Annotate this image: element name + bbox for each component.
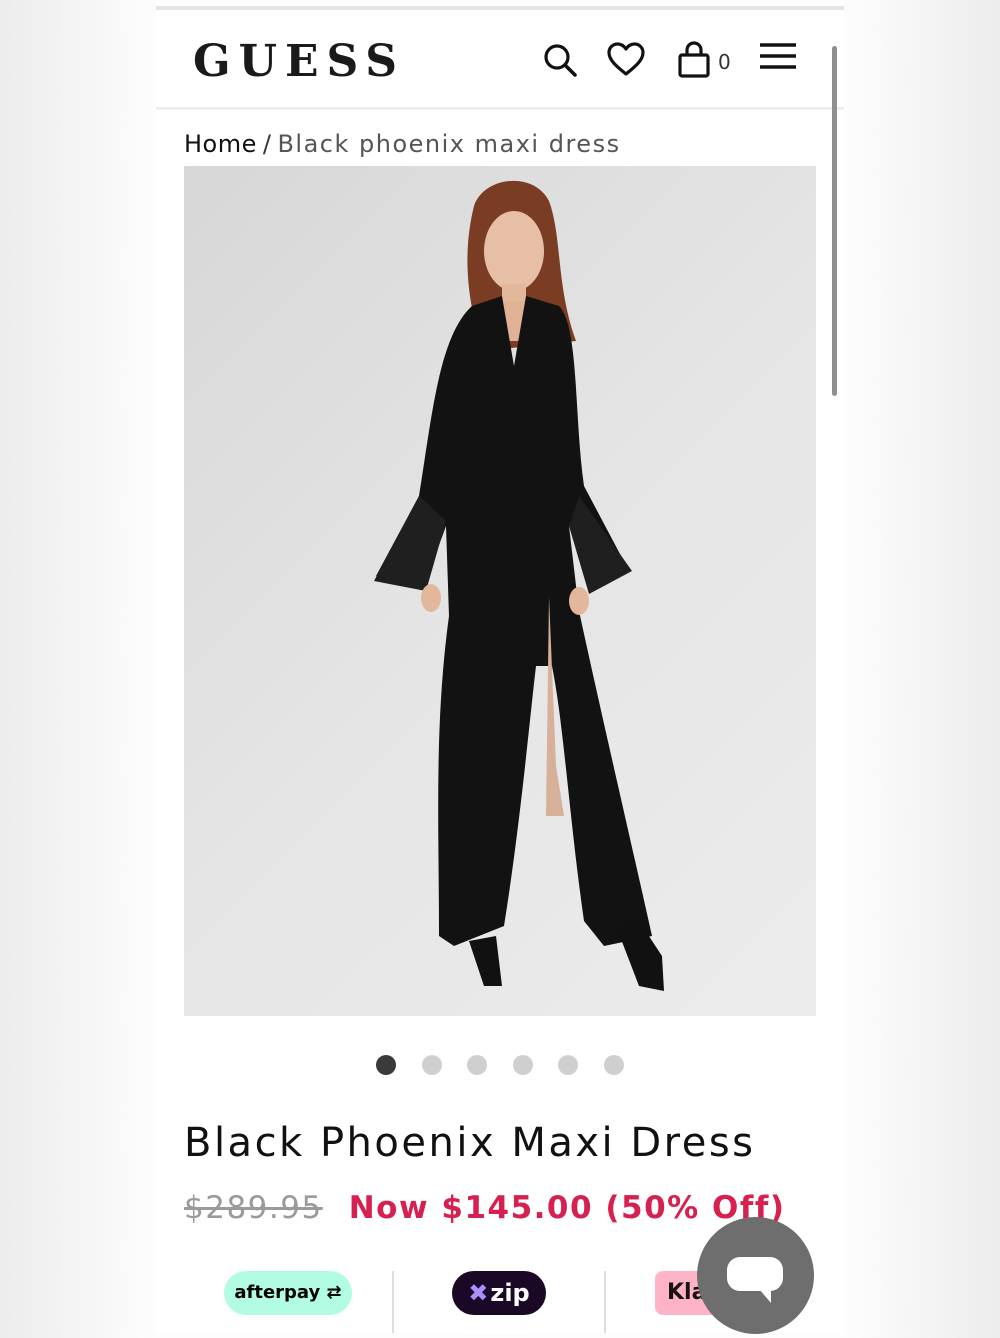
afterpay-arrows-icon: ⇄: [320, 1282, 342, 1303]
carousel-dot[interactable]: [467, 1055, 488, 1075]
bag-count: 0: [718, 50, 731, 74]
carousel-dot[interactable]: [376, 1055, 397, 1075]
product-image[interactable]: [184, 166, 816, 1016]
site-header: GUESS 0: [156, 10, 844, 110]
model-in-black-lace-dress-illustration: [374, 180, 664, 991]
chat-button[interactable]: [697, 1217, 814, 1334]
carousel-dot[interactable]: [421, 1055, 442, 1075]
breadcrumb-current: Black phoenix maxi dress: [277, 130, 621, 158]
afterpay-badge[interactable]: afterpay ⇄: [224, 1271, 352, 1315]
chat-bubble-icon: [727, 1257, 783, 1303]
breadcrumb: Home / Black phoenix maxi dress: [184, 130, 621, 158]
shopping-bag-icon[interactable]: [674, 40, 714, 80]
breadcrumb-separator: /: [262, 130, 272, 158]
zip-logo-icon: ✖: [468, 1279, 489, 1307]
breadcrumb-home-link[interactable]: Home: [184, 130, 257, 158]
guess-logo[interactable]: GUESS: [193, 36, 405, 87]
image-carousel-dots: [156, 1055, 844, 1077]
zip-badge[interactable]: ✖zip: [452, 1271, 546, 1315]
carousel-dot[interactable]: [558, 1055, 579, 1075]
search-icon[interactable]: [540, 40, 580, 80]
price-row: $289.95 Now $145.00 (50% Off): [184, 1190, 786, 1226]
carousel-dot[interactable]: [512, 1055, 533, 1075]
heart-icon[interactable]: [606, 40, 646, 80]
product-title: Black Phoenix Maxi Dress: [184, 1120, 756, 1166]
carousel-dot[interactable]: [603, 1055, 624, 1075]
zip-label: zip: [490, 1279, 530, 1307]
payment-divider: [604, 1271, 606, 1333]
product-page: GUESS 0 Home/Black phoenix maxi dress: [156, 0, 844, 1333]
original-price: $289.95: [184, 1190, 323, 1226]
payment-divider: [392, 1271, 394, 1333]
hamburger-menu-icon[interactable]: [758, 38, 798, 78]
scrollbar[interactable]: [832, 46, 837, 396]
afterpay-label: afterpay: [234, 1282, 321, 1303]
